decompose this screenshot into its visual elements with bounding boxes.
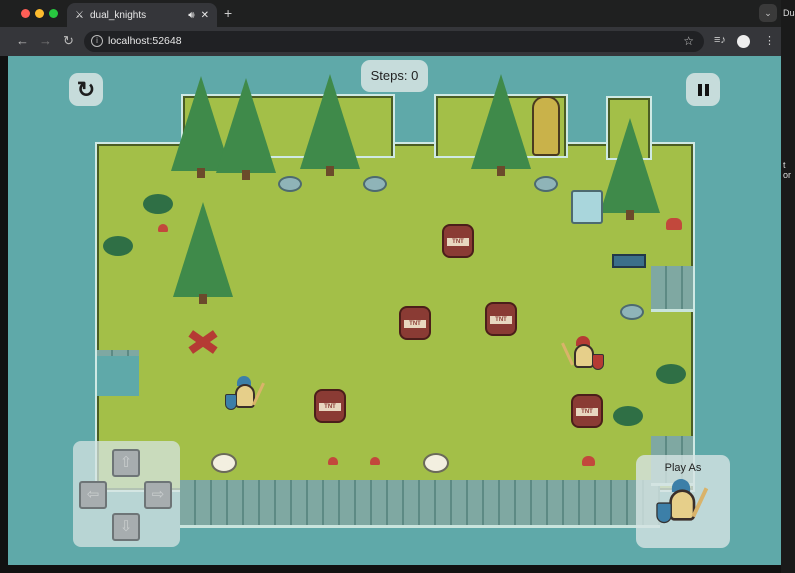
pine-tree [300, 74, 360, 169]
game-canvas[interactable]: TNT TNT TNT TNT TNT ↻ Steps: 0 ⇧ ⇦ ⇨ ⇩ P… [8, 56, 781, 565]
minimize-window-button[interactable] [35, 9, 44, 18]
background-window-text: Dua [783, 8, 795, 18]
site-info-icon[interactable]: i [91, 35, 103, 47]
pine-tree [600, 118, 660, 213]
address-bar[interactable]: i localhost:52648 ☆ [84, 31, 704, 52]
steps-counter: Steps: 0 [361, 60, 428, 92]
browser-tab[interactable]: ⚔ dual_knights 🔊︎ ✕ [67, 3, 217, 27]
boulder [278, 176, 302, 192]
forward-button[interactable]: → [39, 33, 52, 48]
boulder [363, 176, 387, 192]
red-knight [568, 336, 598, 376]
dpad-right-button[interactable]: ⇨ [144, 481, 172, 509]
tnt-barrel: TNT [399, 306, 431, 340]
dpad-up-button[interactable]: ⇧ [112, 449, 140, 477]
menu-kebab-icon[interactable]: ⋮ [764, 34, 775, 47]
sheep [423, 453, 449, 473]
sheep [211, 453, 237, 473]
media-control-icon[interactable]: ≡♪ [714, 34, 726, 46]
bush [143, 194, 173, 214]
mushroom [666, 218, 682, 230]
cliff-wall [651, 266, 693, 312]
mushroom [370, 457, 380, 465]
pause-button[interactable] [686, 73, 720, 106]
pine-tree [173, 202, 233, 297]
url-text: localhost:52648 [108, 35, 182, 47]
reload-button[interactable]: ↻ [63, 33, 74, 49]
tab-favicon-icon: ⚔ [75, 10, 84, 21]
restart-icon: ↻ [77, 77, 95, 103]
bush [103, 236, 133, 256]
bush [656, 364, 686, 384]
dpad-down-button[interactable]: ⇩ [112, 513, 140, 541]
play-as-label: Play As [636, 462, 730, 474]
mushroom [158, 224, 168, 232]
mushroom [582, 456, 595, 466]
boulder [534, 176, 558, 192]
speaker-icon[interactable]: 🔊︎ [188, 10, 194, 21]
close-window-button[interactable] [21, 9, 30, 18]
maximize-window-button[interactable] [49, 9, 58, 18]
back-button[interactable]: ← [16, 33, 29, 48]
pine-tree [216, 78, 276, 173]
tab-search-button[interactable]: ⌄ [759, 4, 777, 22]
tnt-barrel: TNT [571, 394, 603, 428]
browser-toolbar: ← → ↻ i localhost:52648 ☆ ≡♪ ⋮ [0, 27, 781, 56]
tnt-barrel: TNT [485, 302, 517, 336]
pine-tree [471, 74, 531, 169]
mushroom [328, 457, 338, 465]
scarecrow [532, 96, 560, 156]
dpad-left-button[interactable]: ⇦ [79, 481, 107, 509]
pause-icon [698, 84, 709, 96]
direction-signpost [612, 254, 646, 268]
play-as-blue-knight[interactable] [662, 479, 701, 531]
browser-tab-bar: ⚔ dual_knights 🔊︎ ✕ + ⌄ [0, 0, 781, 27]
bookmark-star-icon[interactable]: ☆ [683, 31, 694, 52]
close-tab-icon[interactable]: ✕ [201, 10, 209, 21]
pressure-plate [571, 190, 603, 224]
dpad: ⇧ ⇦ ⇨ ⇩ [73, 441, 180, 547]
blue-knight [229, 376, 259, 416]
background-window-text-2: t or [783, 160, 795, 180]
tab-title: dual_knights [90, 10, 182, 21]
restart-button[interactable]: ↻ [69, 73, 103, 106]
cliff-wall [180, 480, 660, 528]
background-window: Dua t or [781, 0, 795, 573]
tnt-barrel: TNT [442, 224, 474, 258]
bush [613, 406, 643, 426]
play-as-panel[interactable]: Play As [636, 455, 730, 548]
new-tab-button[interactable]: + [224, 5, 232, 21]
tnt-barrel: TNT [314, 389, 346, 423]
profile-avatar[interactable] [737, 35, 750, 48]
boulder [620, 304, 644, 320]
